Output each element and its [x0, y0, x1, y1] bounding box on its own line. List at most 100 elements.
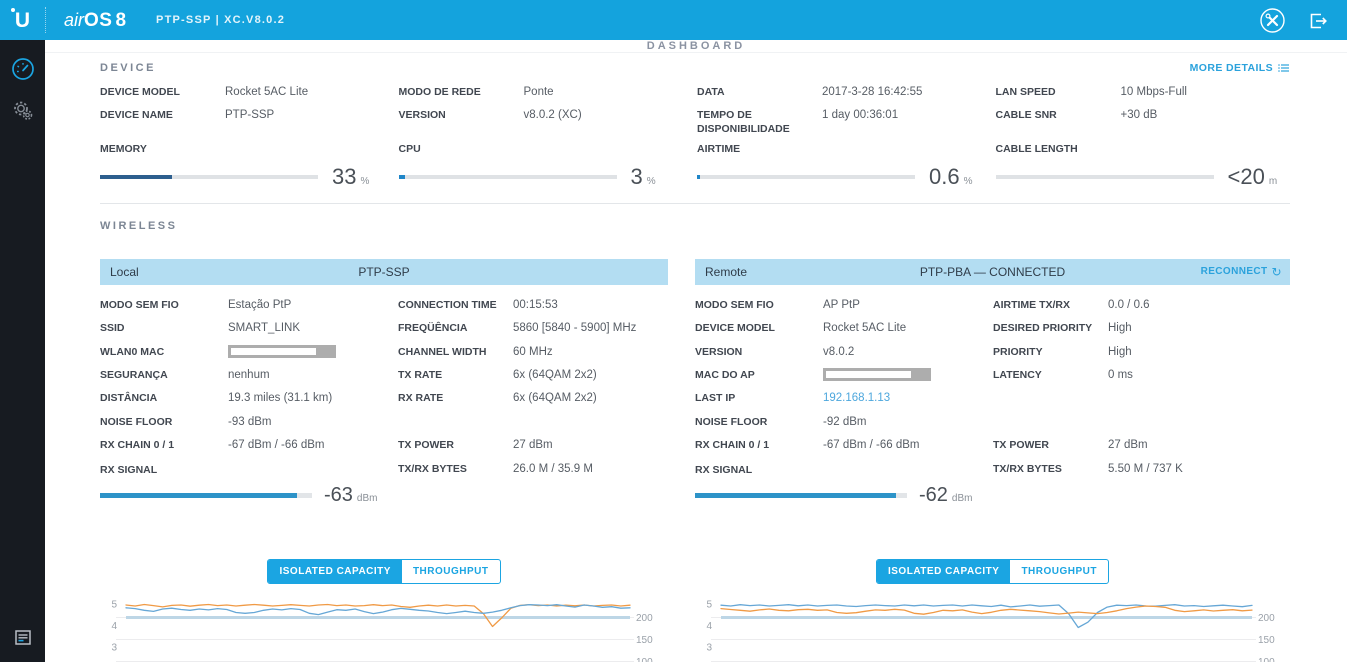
tab-isolated-capacity[interactable]: ISOLATED CAPACITY — [876, 560, 1011, 584]
sidebar-nav — [0, 40, 45, 662]
field-row: NOISE FLOOR -93 dBm — [100, 415, 272, 428]
local-panel-header: PTP-SSP Local — [100, 258, 668, 285]
field-value: Rocket 5AC Lite — [225, 86, 309, 98]
airtime-bar — [697, 174, 915, 179]
field-row: AIRTIME TX/RX 0.0 / 0.6 — [993, 298, 1150, 311]
section-divider — [100, 202, 1290, 204]
spacer-row — [398, 415, 668, 438]
field-device-model: DEVICE MODEL Rocket 5AC Lite — [100, 85, 395, 100]
field-label: LAN SPEED — [995, 86, 1056, 98]
left-axis-tick-label: 4 — [111, 621, 117, 632]
left-axis-tick-label: 4 — [706, 621, 712, 632]
right-axis-tick-label: 100 — [636, 657, 653, 662]
top-bar: U air OS 8 PTP-SSP | XC.V8.0.2 — [0, 0, 1347, 40]
field-label: DEVICE NAME — [100, 108, 173, 121]
ubiquiti-u-icon: U — [10, 7, 31, 32]
document-log-icon — [14, 630, 31, 645]
sidebar-item-settings[interactable] — [10, 98, 36, 124]
field-value: Ponte — [523, 86, 554, 98]
field-row: FREQÜÊNCIA 5860 [5840 - 5900] MHz — [398, 322, 637, 335]
field-label: DATA — [697, 86, 725, 98]
field-row-last-ip: LAST IP 192.168.1.13 — [695, 391, 891, 406]
field-row: NOISE FLOOR -92 dBm — [695, 415, 867, 428]
more-details-label: MORE DETAILS — [1189, 62, 1273, 74]
app-shell: DASHBOARD DEVICE MORE DETAILS DEVICE MOD… — [0, 40, 1347, 662]
refresh-icon: ↻ — [1271, 264, 1282, 279]
local-panel-title: PTP-SSP — [358, 264, 410, 279]
field-row: TX POWER 27 dBm — [398, 439, 553, 452]
local-chart-tabs: ISOLATED CAPACITY THROUGHPUT — [267, 559, 501, 585]
right-axis-tick-label: 150 — [1258, 635, 1275, 646]
field-row-ap-mac: MAC DO AP — [695, 368, 993, 391]
field-label: DEVICE MODEL — [100, 86, 180, 98]
tab-isolated-capacity[interactable]: ISOLATED CAPACITY — [268, 560, 402, 584]
brand-8: 8 — [115, 10, 127, 31]
field-label: VERSION — [398, 108, 446, 121]
field-row: TX POWER 27 dBm — [993, 439, 1148, 452]
stat-label: AIRTIME — [697, 143, 741, 156]
local-capacity-chart: 2001501005432 — [111, 600, 653, 662]
remote-col-b: AIRTIME TX/RX 0.0 / 0.6 DESIRED PRIORITY… — [993, 298, 1290, 507]
last-ip-link[interactable]: 192.168.1.13 — [823, 391, 890, 406]
field-row: PRIORITY High — [993, 345, 1132, 358]
local-panel: PTP-SSP Local MODO SEM FIO Estação PtP S… — [100, 258, 668, 507]
remote-panel-name: Remote — [705, 264, 748, 279]
reconnect-button[interactable]: RECONNECT ↻ — [1201, 259, 1282, 285]
tab-throughput[interactable]: THROUGHPUT — [1010, 560, 1108, 583]
ubiquiti-logo[interactable]: U — [0, 7, 45, 32]
field-row: CHANNEL WIDTH 60 MHz — [398, 345, 553, 358]
reconnect-label: RECONNECT — [1200, 266, 1268, 278]
field-row-wlan0-mac: WLAN0 MAC — [100, 344, 398, 368]
field-value: v8.0.2 (XC) — [523, 108, 582, 121]
field-uptime: TEMPO DE DISPONIBILIDADE 1 day 00:36:01 — [697, 108, 992, 136]
field-row: CONNECTION TIME 00:15:53 — [398, 298, 558, 311]
field-device-name: DEVICE NAME PTP-SSP — [100, 108, 395, 136]
tab-throughput[interactable]: THROUGHPUT — [402, 560, 500, 583]
device-section-title: DEVICE — [100, 62, 156, 74]
topbar-actions — [1259, 7, 1347, 34]
stat-airtime: AIRTIME 0.6% — [697, 142, 992, 190]
rx-signal-unit: dBm — [356, 493, 378, 505]
gears-icon — [13, 101, 32, 120]
right-axis-tick-label: 150 — [636, 635, 653, 646]
local-panel-name: Local — [110, 264, 139, 279]
sidebar-item-log[interactable] — [11, 626, 35, 650]
logout-icon[interactable] — [1306, 9, 1329, 32]
main-area: DASHBOARD DEVICE MORE DETAILS DEVICE MOD… — [45, 40, 1347, 662]
right-axis-tick-label: 200 — [1258, 613, 1275, 624]
field-value: 1 day 00:36:01 — [822, 108, 899, 121]
device-fields: DEVICE MODEL Rocket 5AC Lite MODO DE RED… — [100, 85, 1290, 136]
field-label: MODO DE REDE — [398, 86, 481, 98]
airos-brand: air OS 8 — [45, 7, 142, 33]
rx-signal-bar — [100, 493, 312, 499]
stat-label: CPU — [398, 143, 421, 156]
sidebar-item-dashboard[interactable] — [10, 56, 36, 82]
redacted-mac — [228, 344, 336, 358]
field-row: TX/RX BYTES 5.50 M / 737 K — [993, 462, 1183, 475]
rx-signal-bar — [695, 493, 907, 499]
field-label: TEMPO DE DISPONIBILIDADE — [697, 108, 790, 135]
field-row: LATENCY 0 ms — [993, 369, 1133, 382]
rx-signal-value: -63 — [324, 484, 353, 507]
stat-value: 3 — [630, 163, 643, 189]
local-col-b: CONNECTION TIME 00:15:53 FREQÜÊNCIA 5860… — [398, 298, 668, 507]
field-date: DATA 2017-3-28 16:42:55 — [697, 85, 992, 100]
field-label: CABLE SNR — [995, 108, 1057, 121]
left-axis-tick-label: 3 — [706, 643, 712, 654]
stat-label: CABLE LENGTH — [995, 143, 1078, 156]
local-col-a: MODO SEM FIO Estação PtP SSID SMART_LINK… — [100, 298, 398, 507]
stat-value: 0.6 — [929, 163, 960, 189]
left-axis-tick-label: 3 — [111, 643, 117, 654]
local-chart-block: ISOLATED CAPACITY THROUGHPUT 200 150 100 5 4… — [100, 559, 668, 662]
field-row: SEGURANÇA nenhum — [100, 369, 270, 382]
more-details-link[interactable]: MORE DETAILS — [1190, 62, 1290, 74]
field-network-mode: MODO DE REDE Ponte — [399, 85, 694, 100]
remote-rx-signal: RX SIGNAL -62 dBm — [695, 463, 973, 507]
spacer-row — [993, 415, 1290, 438]
stat-label: MEMORY — [100, 143, 147, 156]
tools-icon[interactable] — [1259, 7, 1286, 34]
field-cable-snr: CABLE SNR +30 dB — [996, 108, 1291, 136]
list-icon — [1278, 64, 1289, 72]
remote-col-a: MODO SEM FIO AP PtP DEVICE MODEL Rocket … — [695, 298, 993, 507]
field-row: RX CHAIN 0 / 1 -67 dBm / -66 dBm — [695, 439, 920, 452]
